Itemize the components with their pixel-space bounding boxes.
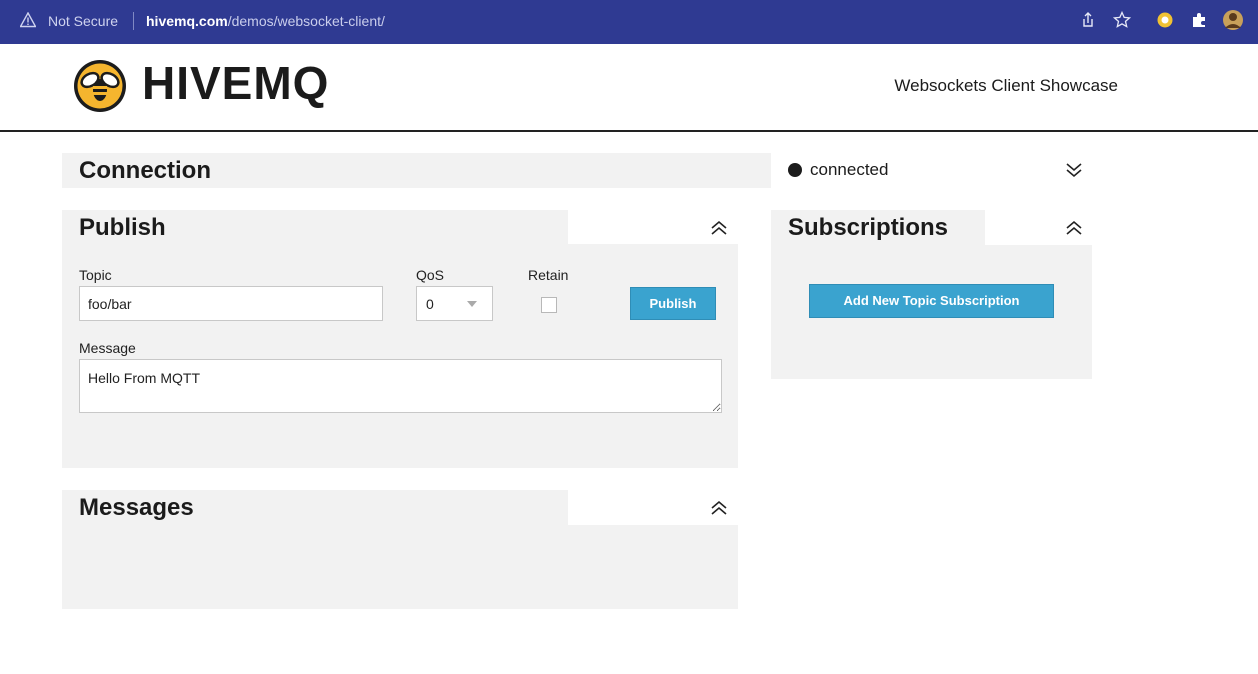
publish-button[interactable]: Publish	[630, 287, 716, 320]
url-path: /demos/websocket-client/	[227, 13, 385, 29]
connection-title: Connection	[79, 157, 211, 184]
warning-icon	[20, 12, 36, 28]
message-label: Message	[79, 340, 136, 356]
qos-selected-value: 0	[426, 296, 434, 312]
retain-checkbox[interactable]	[541, 297, 557, 313]
retain-label: Retain	[528, 267, 569, 283]
publish-title: Publish	[79, 214, 166, 241]
add-topic-subscription-button[interactable]: Add New Topic Subscription	[809, 284, 1054, 318]
qos-select[interactable]: 0	[416, 286, 493, 321]
messages-title: Messages	[79, 494, 194, 521]
dropdown-arrow-icon	[467, 301, 477, 307]
site-header: HIVEMQ Websockets Client Showcase	[0, 44, 1258, 132]
url-domain: hivemq.com	[146, 13, 228, 29]
chevron-double-down-icon[interactable]	[1065, 161, 1083, 179]
topic-label: Topic	[79, 267, 112, 283]
url-field[interactable]: hivemq.com/demos/websocket-client/	[146, 13, 385, 29]
message-textarea[interactable]: Hello From MQTT	[79, 359, 722, 413]
puzzle-icon[interactable]	[1190, 11, 1208, 29]
page-tagline: Websockets Client Showcase	[894, 76, 1118, 95]
browser-address-bar: Not Secure hivemq.com/demos/websocket-cl…	[0, 0, 1258, 44]
topic-input[interactable]	[79, 286, 383, 321]
share-icon[interactable]	[1079, 11, 1097, 29]
chevron-double-up-icon[interactable]	[710, 219, 728, 237]
extension-icon[interactable]	[1156, 11, 1174, 29]
bookmark-star-icon[interactable]	[1113, 11, 1131, 29]
chevron-double-up-icon[interactable]	[1065, 219, 1083, 237]
chevron-double-up-icon[interactable]	[710, 499, 728, 517]
connection-status-dot	[788, 163, 802, 177]
qos-label: QoS	[416, 267, 445, 283]
security-label[interactable]: Not Secure	[48, 13, 118, 29]
profile-avatar-icon[interactable]	[1222, 9, 1244, 31]
publish-panel	[62, 210, 738, 468]
hivemq-bee-logo-icon[interactable]	[72, 58, 128, 114]
subscriptions-title: Subscriptions	[788, 214, 949, 241]
connection-panel[interactable]: Connection	[62, 153, 771, 188]
logo-wordmark[interactable]: HIVEMQ	[142, 56, 329, 110]
url-divider	[133, 12, 134, 30]
connection-status-text: connected	[810, 160, 889, 179]
